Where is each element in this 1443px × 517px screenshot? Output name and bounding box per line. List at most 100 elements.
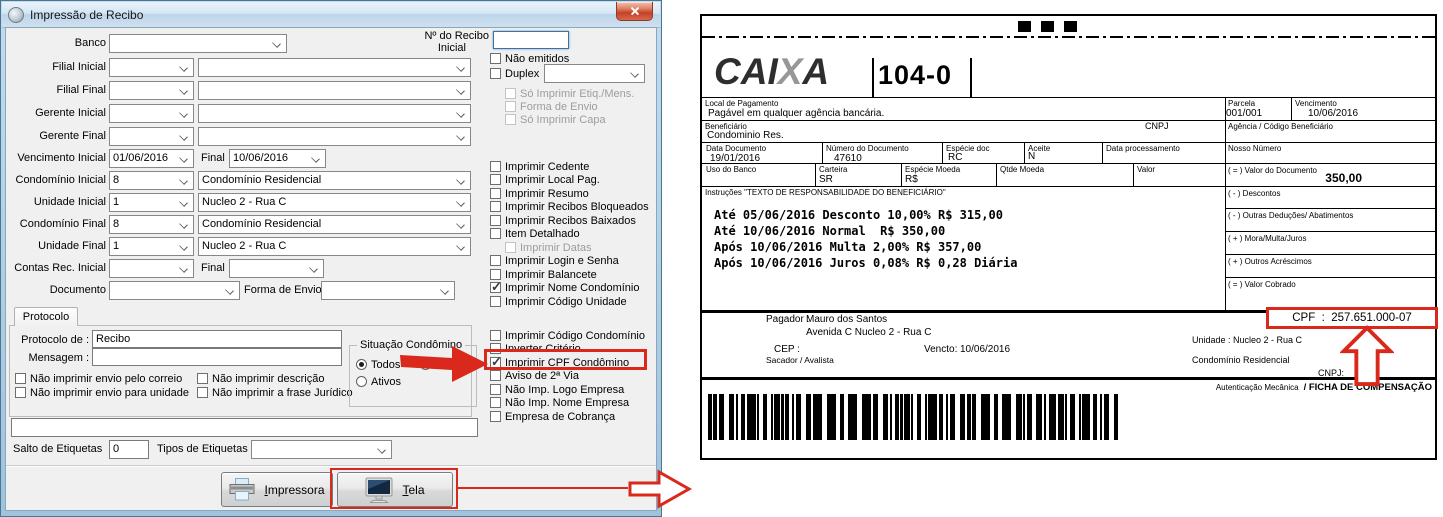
checkbox-imprimir-codigo-condominio[interactable]: Imprimir Código Condomínio [490,329,645,342]
window-title: Impressão de Recibo [30,8,143,22]
condominio-inicial-name-select[interactable]: Condomínio Residencial [198,171,471,190]
vencimento-inicial-label: Vencimento Inicial [6,151,106,166]
impressora-button-label: Impressora [264,483,324,497]
radio-todos[interactable]: Todos [356,358,400,371]
impressora-button[interactable]: Impressora [221,472,333,507]
checkbox-aviso-2a-via[interactable]: Aviso de 2ª Via [490,369,579,382]
grid-line [1225,231,1435,232]
checkbox-nao-imprimir-envio-correio[interactable]: Não imprimir envio pelo correio [15,372,182,385]
checkbox-box [490,370,501,381]
pagador-endereco: Avenida C Nucleo 2 - Rua C [806,327,931,338]
checkbox-nao-imprimir-envio-unidade[interactable]: Não imprimir envio para unidade [15,386,189,399]
cpf-pointer-arrow-icon [1340,325,1394,387]
forma-envio-select[interactable] [321,281,455,300]
grid-line [1225,254,1435,255]
salto-etiquetas-input[interactable]: 0 [109,440,149,459]
checkbox-nao-imp-logo-empresa[interactable]: Não Imp. Logo Empresa [490,383,624,396]
unidade-final-code-select[interactable]: 1 [109,237,194,256]
unidade-inicial-name-select[interactable]: Nucleo 2 - Rua C [198,193,471,212]
recibo-inicial-label-line2: Inicial [409,42,466,57]
window-titlebar[interactable]: Impressão de Recibo [2,2,660,28]
vencto-label: Vencto: [924,344,957,355]
checkbox-nao-imp-nome-empresa[interactable]: Não Imp. Nome Empresa [490,396,629,409]
duplex-select[interactable] [544,64,645,83]
protocolo-de-input[interactable]: Recibo [92,330,342,348]
checkbox-imprimir-codigo-unidade[interactable]: Imprimir Código Unidade [490,295,627,308]
grid-line [702,163,1435,164]
grid-line [1225,277,1435,278]
checkbox-box [490,68,501,79]
filial-final-name-select[interactable] [198,81,471,100]
valor-documento-value: 350,00 [1222,173,1362,184]
unidade-final-name-select[interactable]: Nucleo 2 - Rua C [198,237,471,256]
sacador-label: Sacador / Avalista [766,356,834,365]
gerente-final-name-select[interactable] [198,127,471,146]
filial-final-label: Filial Final [6,83,106,98]
checkbox-imprimir-recibos-bloqueados[interactable]: Imprimir Recibos Bloqueados [490,200,649,213]
checkbox-imprimir-nome-condominio[interactable]: Imprimir Nome Condomínio [490,281,639,294]
checkbox-box [490,201,501,212]
receipt-preview: CAIXA 104-0 Local de Pagamento Pagável e… [700,14,1437,460]
especie-doc-value: RC [948,152,962,163]
vencimento-final-select[interactable]: 10/06/2016 [229,149,326,168]
agencia-label: Agência / Código Beneficiário [1228,122,1333,131]
data-processamento-label: Data processamento [1106,144,1180,153]
checkbox-box [490,330,501,341]
contas-rec-final-select[interactable] [229,259,324,278]
condominio-inicial-code-select[interactable]: 8 [109,171,194,190]
mora-label: ( + ) Mora/Multa/Juros [1228,234,1306,243]
checkbox-duplex[interactable]: Duplex [490,67,539,80]
unidade-inicial-code-select[interactable]: 1 [109,193,194,212]
tab-protocolo[interactable]: Protocolo [14,307,78,326]
especie-moeda-label: Espécie Moeda [905,165,960,174]
checkbox-so-imprimir-capa: Só Imprimir Capa [505,113,606,126]
documento-select[interactable] [109,281,240,300]
mensagem-input[interactable] [92,348,342,366]
cut-line [702,36,1435,38]
parcela-value: 001/001 [1226,108,1262,119]
pagador-nome: Mauro dos Santos [806,314,887,325]
gerente-final-code-select[interactable] [109,127,194,146]
checkbox-imprimir-resumo[interactable]: Imprimir Resumo [490,187,589,200]
checkbox-empresa-de-cobranca[interactable]: Empresa de Cobrança [490,410,615,423]
filial-inicial-code-select[interactable] [109,58,194,77]
filial-final-code-select[interactable] [109,81,194,100]
gerente-inicial-code-select[interactable] [109,104,194,123]
checkbox-item-detalhado[interactable]: Item Detalhado [490,227,580,240]
app-icon [8,7,24,23]
protocolo-de-label: Protocolo de : [15,333,89,348]
bank-code: 104-0 [878,60,952,91]
vencimento-inicial-select[interactable]: 01/06/2016 [109,149,194,168]
autenticacao-line: Autenticação Mecânica / FICHA DE COMPENS… [1216,382,1432,393]
grid-line [702,142,1435,143]
nosso-numero-label: Nosso Número [1228,144,1281,153]
radio-ativos[interactable]: Ativos [356,375,401,388]
checkbox-nao-imprimir-frase-juridico[interactable]: Não imprimir a frase Jurídico [197,386,353,399]
tipos-etiquetas-select[interactable] [251,440,392,459]
filial-inicial-name-select[interactable] [198,58,471,77]
tela-to-receipt-arrow-icon [628,469,692,512]
checkbox-imprimir-recibos-baixados[interactable]: Imprimir Recibos Baixados [490,214,636,227]
close-button[interactable] [616,2,653,21]
checkbox-box [490,411,501,422]
checkbox-imprimir-cedente[interactable]: Imprimir Cedente [490,160,589,173]
banco-select[interactable] [109,34,287,53]
checkbox-imprimir-balancete[interactable]: Imprimir Balancete [490,268,597,281]
unidade-text: Unidade : Nucleo 2 - Rua C [1192,336,1302,345]
condominio-final-code-select[interactable]: 8 [109,215,194,234]
gerente-inicial-name-select[interactable] [198,104,471,123]
grid-line [996,163,997,186]
button-bar-divider [6,465,656,467]
tela-to-receipt-connector [458,487,628,489]
instrucao-line: Até 10/06/2016 Normal R$ 350,00 [714,224,945,238]
contas-rec-inicial-select[interactable] [109,259,194,278]
grid-line [1024,142,1025,163]
checkbox-nao-imprimir-descricao[interactable]: Não imprimir descrição [197,372,324,385]
condominio-final-name-select[interactable]: Condomínio Residencial [198,215,471,234]
checkbox-imprimir-login-senha[interactable]: Imprimir Login e Senha [490,254,619,267]
checkbox-imprimir-local-pag[interactable]: Imprimir Local Pag. [490,173,600,186]
numero-documento-label: Número do Documento [826,144,909,153]
descontos-label: ( - ) Descontos [1228,189,1280,198]
recibo-inicial-input[interactable] [493,31,569,49]
extra-text-field[interactable] [11,418,478,437]
